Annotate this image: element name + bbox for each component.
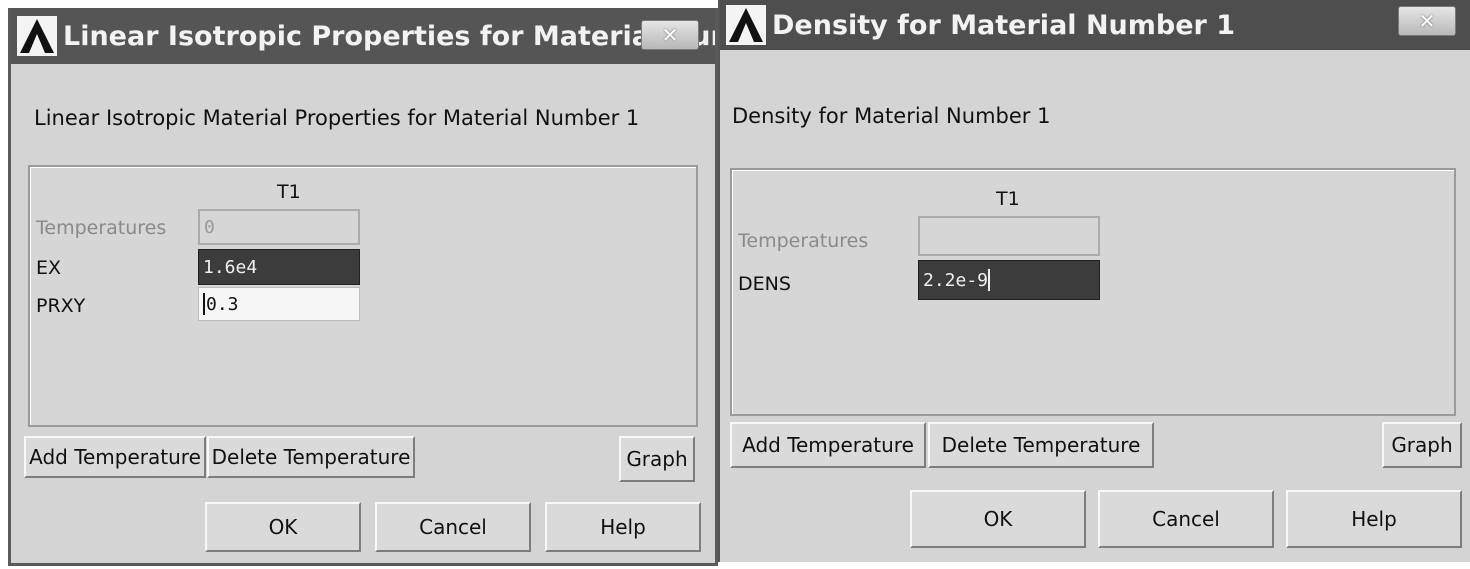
cancel-button[interactable]: Cancel <box>1098 490 1274 548</box>
column-header-t1: T1 <box>996 188 1020 210</box>
dens-field[interactable]: 2.2e-9 <box>918 260 1100 300</box>
dialog-heading: Linear Isotropic Material Properties for… <box>34 106 640 130</box>
cancel-button[interactable]: Cancel <box>375 502 531 552</box>
prxy-value: 0.3 <box>206 293 239 315</box>
property-table: T1 Temperatures DENS 2.2e-9 <box>730 168 1456 416</box>
row-label-ex: EX <box>36 257 62 279</box>
linear-isotropic-dialog: Linear Isotropic Properties for Material… <box>8 8 718 566</box>
text-caret <box>203 293 205 315</box>
temperature-field[interactable] <box>918 216 1100 256</box>
ex-field[interactable]: 1.6e4 <box>198 249 360 285</box>
add-temperature-button[interactable]: Add Temperature <box>24 436 206 478</box>
temperature-field[interactable]: 0 <box>198 209 360 245</box>
window-title: Linear Isotropic Properties for Material… <box>63 20 715 52</box>
add-temperature-button[interactable]: Add Temperature <box>730 422 926 468</box>
delete-temperature-button[interactable]: Delete Temperature <box>928 422 1154 468</box>
row-label-prxy: PRXY <box>36 295 86 317</box>
density-dialog: Density for Material Number 1 ✕ Density … <box>718 0 1470 562</box>
ok-button[interactable]: OK <box>910 490 1086 548</box>
title-bar[interactable]: Linear Isotropic Properties for Material… <box>11 8 715 64</box>
help-button[interactable]: Help <box>545 502 701 552</box>
prxy-field[interactable]: 0.3 <box>198 287 360 321</box>
column-header-t1: T1 <box>277 181 301 203</box>
close-icon[interactable]: ✕ <box>1398 6 1456 36</box>
row-label-temperatures: Temperatures <box>36 217 167 239</box>
dialog-heading: Density for Material Number 1 <box>732 104 1051 128</box>
help-button[interactable]: Help <box>1286 490 1462 548</box>
window-title: Density for Material Number 1 <box>772 9 1236 41</box>
text-caret <box>988 269 991 291</box>
close-icon[interactable]: ✕ <box>641 20 699 50</box>
delete-temperature-button[interactable]: Delete Temperature <box>207 436 415 478</box>
dens-value: 2.2e-9 <box>923 269 989 291</box>
row-label-dens: DENS <box>738 273 791 295</box>
property-table: T1 Temperatures 0 EX 1.6e4 PRXY 0.3 <box>28 165 698 427</box>
ansys-logo-icon <box>17 16 57 56</box>
ok-button[interactable]: OK <box>205 502 361 552</box>
graph-button[interactable]: Graph <box>619 436 695 482</box>
ansys-logo-icon <box>726 5 766 45</box>
title-bar[interactable]: Density for Material Number 1 ✕ <box>720 0 1470 50</box>
row-label-temperatures: Temperatures <box>738 230 869 252</box>
graph-button[interactable]: Graph <box>1382 422 1462 468</box>
